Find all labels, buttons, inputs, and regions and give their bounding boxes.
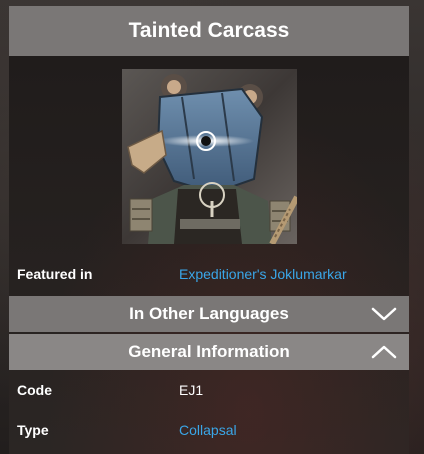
section-general-information[interactable]: General Information: [9, 334, 409, 370]
type-link[interactable]: Collapsal: [179, 422, 237, 438]
featured-in-label: Featured in: [17, 266, 93, 282]
code-label: Code: [17, 382, 52, 398]
enemy-portrait: [122, 69, 300, 246]
page-title: Tainted Carcass: [128, 19, 290, 42]
featured-in-link[interactable]: Expeditioner's Joklumarkar: [179, 266, 347, 282]
section-title-general: General Information: [128, 342, 290, 361]
code-value: EJ1: [179, 382, 204, 398]
type-label: Type: [17, 422, 49, 438]
type-row: Type Collapsal: [9, 413, 409, 449]
chevron-up-icon[interactable]: [371, 342, 397, 362]
infobox-title-bar: Tainted Carcass: [9, 6, 409, 56]
tainted-carcass-portrait-image: [122, 69, 300, 246]
infobox: Tainted Carcass Featured in Expeditioner…: [9, 6, 409, 454]
featured-in-row: Featured in Expeditioner's Joklumarkar: [9, 257, 409, 293]
section-title-languages: In Other Languages: [129, 304, 289, 323]
code-row: Code EJ1: [9, 373, 409, 409]
section-in-other-languages[interactable]: In Other Languages: [9, 296, 409, 332]
chevron-down-icon[interactable]: [371, 304, 397, 324]
